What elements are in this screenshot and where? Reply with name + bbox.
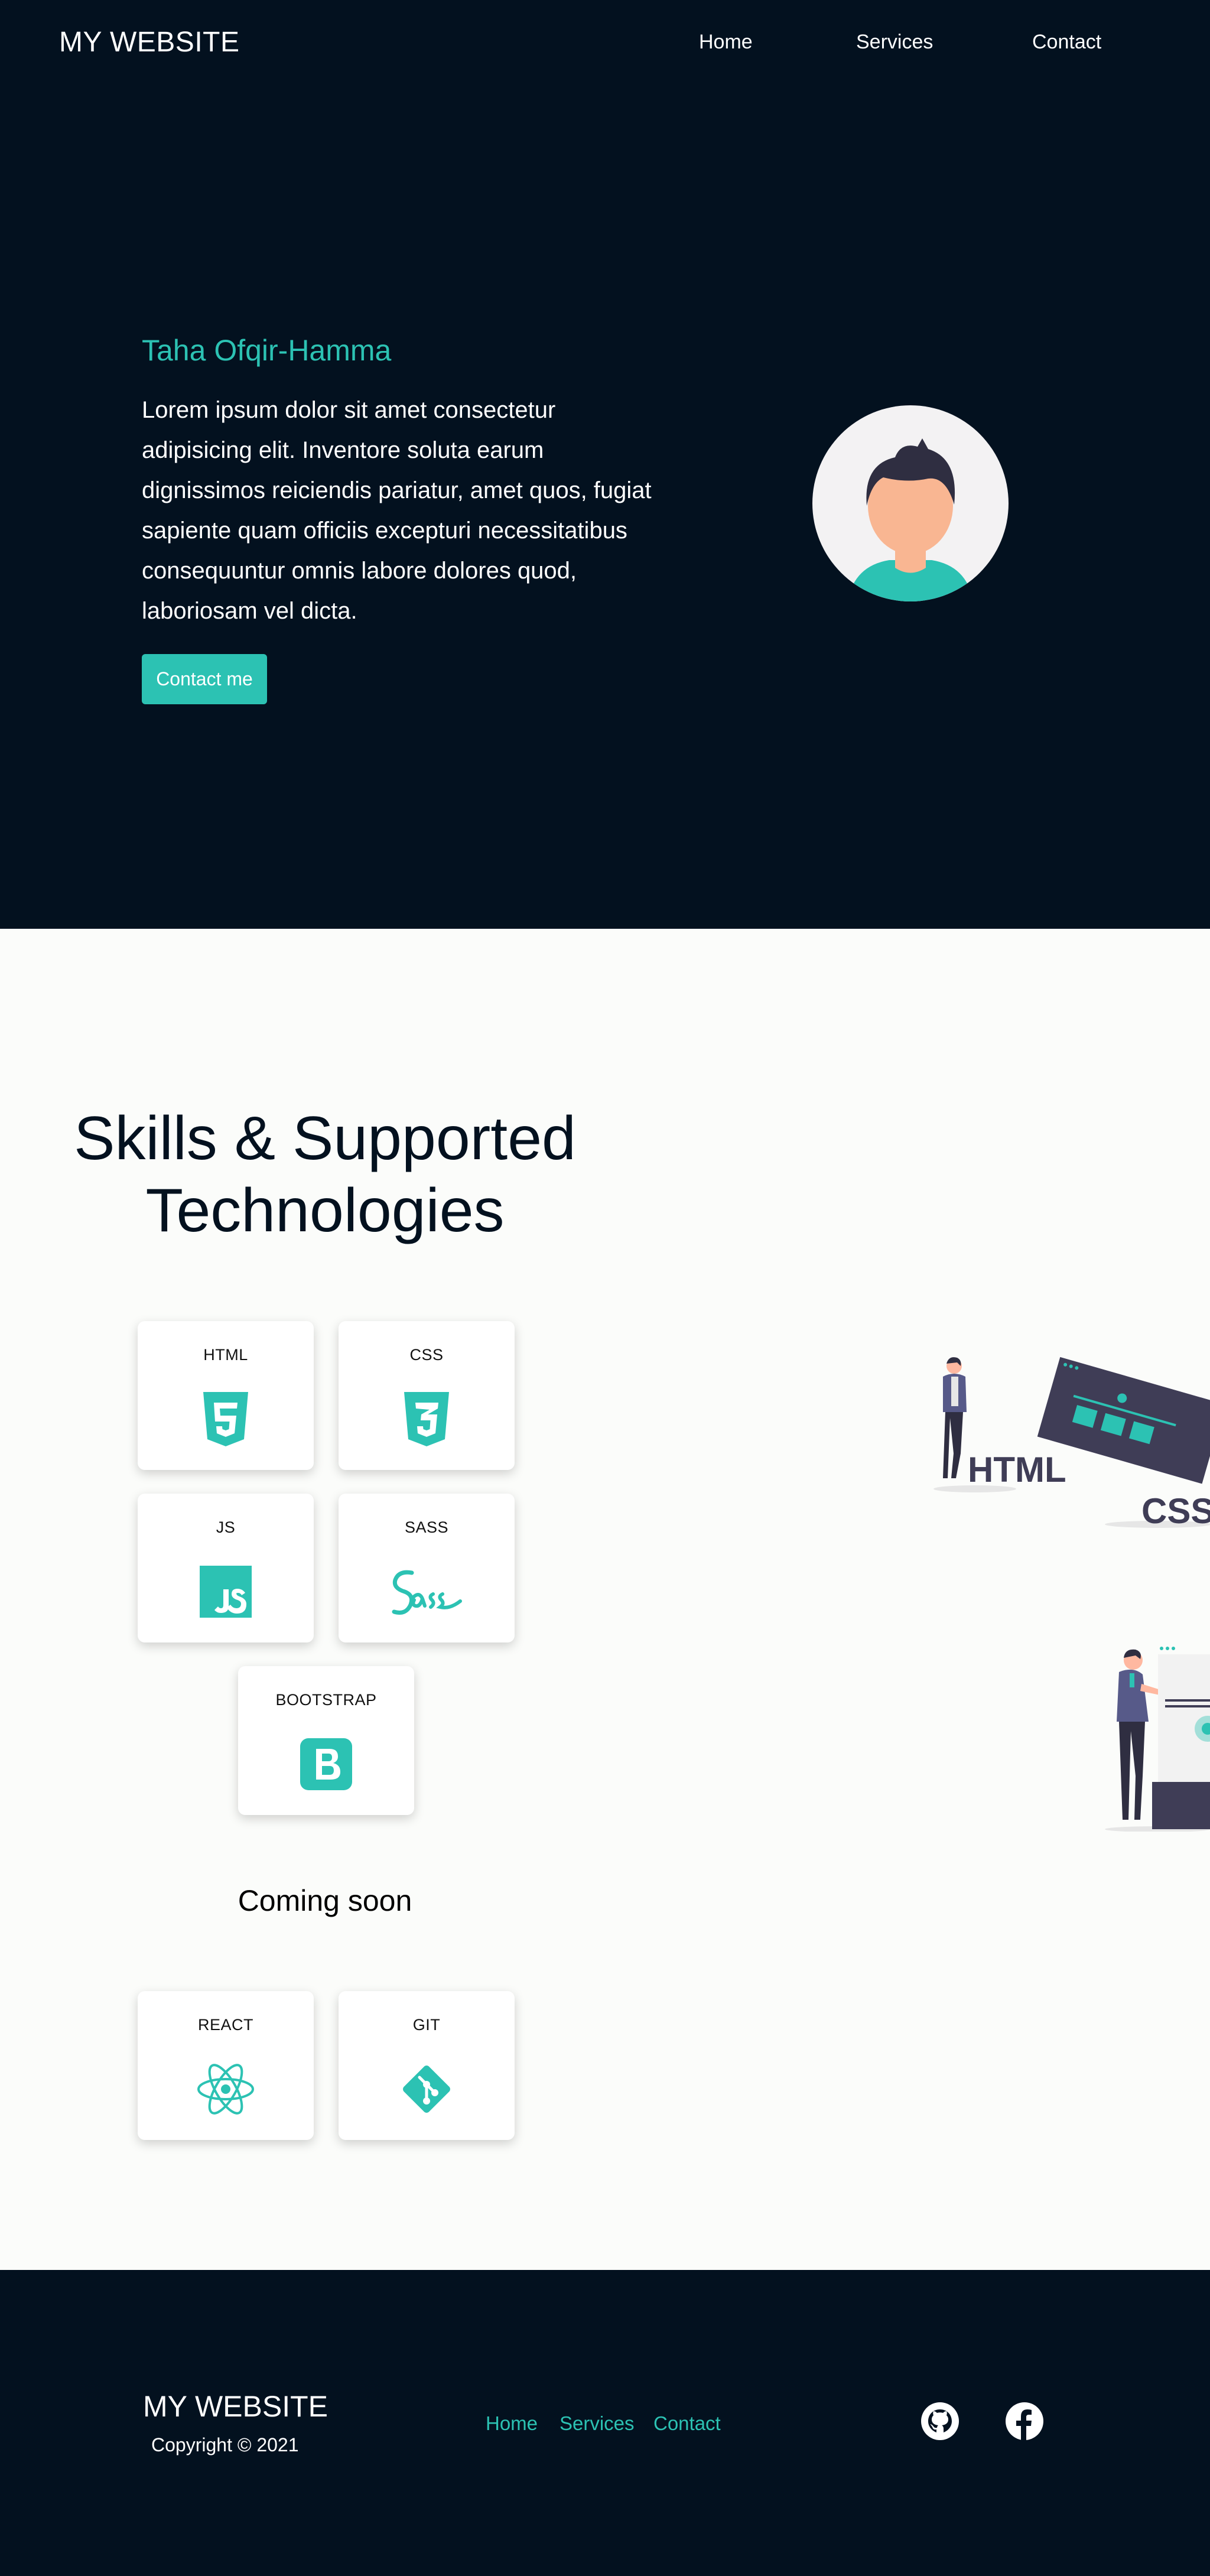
footer-logo[interactable]: MY WEBSITE	[143, 2389, 328, 2424]
skills-title: Skills & Supported Technologies	[59, 1102, 591, 1247]
hero-name: Taha Ofqir-Hamma	[142, 334, 392, 367]
footer-home-link[interactable]: Home	[486, 2412, 538, 2435]
css3-icon	[404, 1392, 449, 1446]
nav-contact-link[interactable]: Contact	[1032, 31, 1101, 54]
skill-card-label: SASS	[404, 1518, 449, 1536]
user-avatar-icon	[812, 405, 1009, 601]
illustration-html-text: HTML	[968, 1450, 1066, 1489]
coming-soon-heading: Coming soon	[238, 1884, 412, 1917]
bootstrap-icon	[300, 1738, 352, 1790]
developer-presentation-illustration	[1105, 1647, 1210, 1832]
illustration-css-text: CSS	[1141, 1491, 1210, 1530]
git-icon	[403, 2066, 450, 2113]
nav-home-link[interactable]: Home	[699, 31, 753, 54]
skill-card-html: HTML	[138, 1321, 314, 1470]
page: MY WEBSITE Home Services Contact Taha Of…	[0, 0, 1210, 2576]
skill-card-bootstrap: BOOTSTRAP	[238, 1666, 414, 1815]
nav-services-link[interactable]: Services	[856, 31, 933, 54]
contact-me-button[interactable]: Contact me	[142, 654, 267, 704]
footer-services-link[interactable]: Services	[560, 2412, 635, 2435]
skill-card-label: BOOTSTRAP	[275, 1691, 377, 1709]
skill-card-react: REACT	[138, 1991, 314, 2140]
skill-card-label: CSS	[409, 1346, 444, 1364]
skill-card-sass: SASS	[339, 1494, 515, 1642]
facebook-icon[interactable]	[1006, 2402, 1043, 2440]
site-logo[interactable]: MY WEBSITE	[59, 26, 240, 58]
footer-contact-link[interactable]: Contact	[653, 2412, 721, 2435]
github-icon[interactable]	[921, 2402, 959, 2440]
javascript-icon	[200, 1566, 252, 1618]
skill-card-label: JS	[216, 1518, 236, 1536]
skill-card-js: JS	[138, 1494, 314, 1642]
footer-copyright: Copyright © 2021	[151, 2434, 299, 2455]
hero-section: MY WEBSITE Home Services Contact Taha Of…	[0, 0, 1210, 929]
html5-icon	[203, 1392, 248, 1446]
skill-card-label: GIT	[412, 2016, 441, 2034]
skills-title-line-1: Skills & Supported	[74, 1104, 576, 1173]
skill-card-label: REACT	[197, 2016, 253, 2034]
skill-card-label: HTML	[203, 1346, 248, 1364]
sass-icon	[392, 1570, 462, 1615]
skill-card-git: GIT	[339, 1991, 515, 2140]
skills-title-line-2: Technologies	[145, 1176, 505, 1245]
react-icon	[197, 2064, 254, 2115]
skill-card-css: CSS	[339, 1321, 515, 1470]
developer-html-css-illustration: HTML CSS	[933, 1357, 1210, 1530]
hero-description: Lorem ipsum dolor sit amet consectetur a…	[142, 397, 652, 624]
